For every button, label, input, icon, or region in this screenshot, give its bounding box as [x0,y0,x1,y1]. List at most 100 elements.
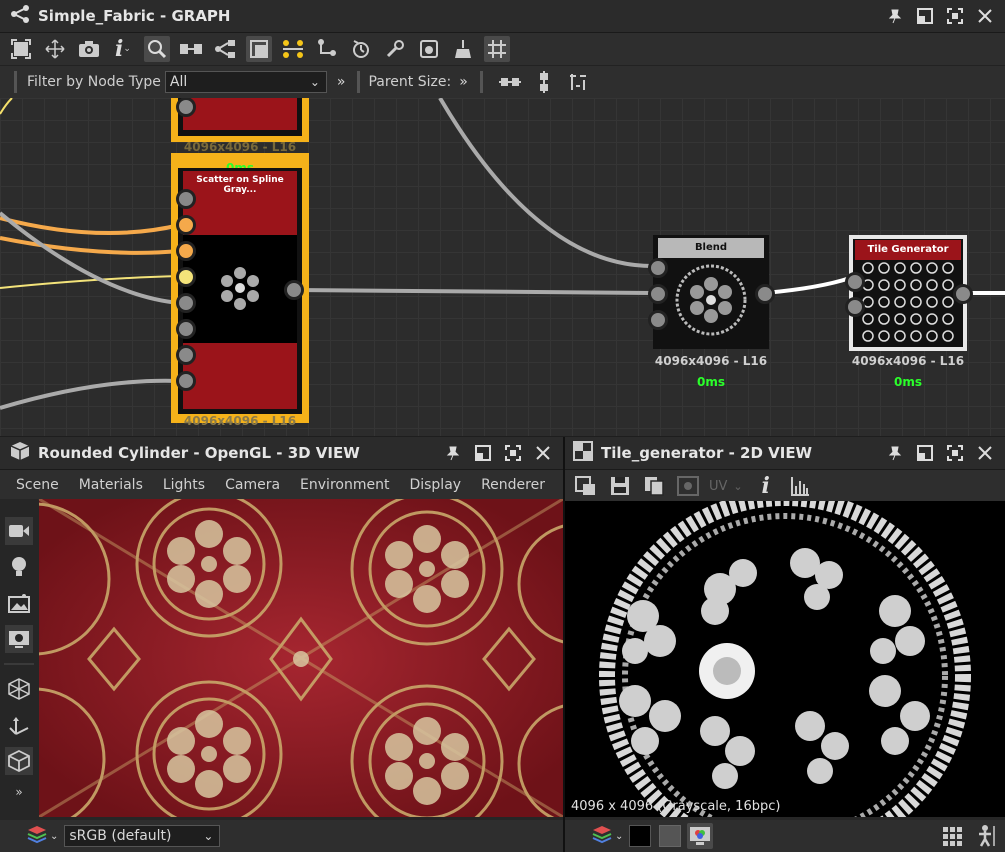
scatter-input-4[interactable] [176,267,196,287]
display-settings-icon[interactable] [5,625,33,653]
blend-input-2[interactable] [648,284,668,304]
blend-node[interactable]: Blend [653,235,769,349]
environment-icon[interactable] [5,589,33,617]
colorspace-dropdown[interactable]: sRGB (default) ⌄ [64,825,221,847]
view2d-title-bar: Tile_generator - 2D VIEW [565,437,1005,470]
filter-bar: Filter by Node Type All ⌄ » Parent Size:… [0,66,1005,99]
search-icon[interactable] [144,36,170,62]
camera-icon[interactable] [76,36,102,62]
blend-input-1[interactable] [648,258,668,278]
uv-label[interactable]: UV [709,479,727,494]
menu-camera[interactable]: Camera [225,477,280,493]
pin-icon[interactable] [887,8,903,24]
tile-input-1[interactable] [845,272,865,292]
graph-canvas[interactable]: 4096x4096 - L16 0ms Scatter on Spline Gr… [0,98,1005,436]
float-icon-2d[interactable] [917,445,933,461]
menu-renderer[interactable]: Renderer [481,477,545,493]
close-icon[interactable] [977,8,993,24]
wrench-icon[interactable] [382,36,408,62]
view3d-viewport[interactable] [39,499,563,817]
tile-output[interactable] [953,284,973,304]
scatter-input-8[interactable] [176,371,196,391]
axis-icon[interactable] [5,711,33,739]
scatter-input-7[interactable] [176,345,196,365]
scatter-input-3[interactable] [176,241,196,261]
scatter-input-5[interactable] [176,293,196,313]
copy-icon[interactable] [641,473,667,499]
view2d-title: Tile_generator - 2D VIEW [601,444,813,462]
info-icon[interactable]: i ⌄ [110,36,136,62]
lightbulb-icon[interactable] [5,553,33,581]
more-tools-icon[interactable]: » [15,785,22,799]
expand-more-icon-2[interactable]: » [459,74,468,90]
maximize-icon-3d[interactable] [505,445,521,461]
scatter-output[interactable] [284,280,304,300]
snap-grid-icon[interactable] [484,36,510,62]
filter-value: All [169,74,188,90]
preview-icon[interactable] [416,36,442,62]
distribute-icon[interactable] [565,69,591,95]
menu-environment[interactable]: Environment [300,477,389,493]
hierarchy-icon[interactable] [212,36,238,62]
gray-bg-swatch[interactable] [659,825,682,847]
filter-dropdown[interactable]: All ⌄ [164,71,327,93]
tile-input-2[interactable] [845,297,865,317]
top-node-port[interactable] [176,98,196,117]
layout-icon[interactable] [246,36,272,62]
panel-splitter[interactable] [563,437,565,852]
view3d-menu: Scene Materials Lights Camera Environmen… [0,470,563,500]
view3d-title-bar: Rounded Cylinder - OpenGL - 3D VIEW [0,437,563,470]
float-icon-3d[interactable] [475,445,491,461]
pin-icon-3d[interactable] [445,445,461,461]
close-icon-2d[interactable] [977,445,993,461]
export-icon[interactable] [573,473,599,499]
save-icon[interactable] [607,473,633,499]
align-vertical-icon[interactable] [531,69,557,95]
scatter-input-6[interactable] [176,319,196,339]
black-bg-swatch[interactable] [629,825,652,847]
checker-icon [573,441,593,465]
view2d-viewport[interactable]: 4096 x 4096 (Grayscale, 16bpc) [565,501,1005,817]
pan-icon[interactable] [42,36,68,62]
info-icon-2d[interactable]: i [753,473,779,499]
align-horizontal-icon[interactable] [497,69,523,95]
blend-output[interactable] [755,284,775,304]
clean-icon[interactable] [450,36,476,62]
expand-more-icon[interactable]: » [337,74,346,90]
blend-title: Blend [658,238,764,258]
align-icon[interactable] [280,36,306,62]
menu-lights[interactable]: Lights [163,477,205,493]
mesh-cube-icon[interactable] [5,747,33,775]
tile-title: Tile Generator [855,240,961,260]
color-display-icon[interactable] [687,823,714,849]
chevron-down-icon-layers-2d: ⌄ [615,830,624,842]
menu-scene[interactable]: Scene [16,477,59,493]
menu-display[interactable]: Display [409,477,461,493]
close-icon-3d[interactable] [535,445,551,461]
grid-view-icon[interactable] [939,823,965,849]
wireframe-icon[interactable] [5,675,33,703]
float-icon[interactable] [917,8,933,24]
pin-icon-2d[interactable] [887,445,903,461]
layers-icon[interactable] [26,824,48,848]
fabric-render [39,499,563,817]
scatter-input-1[interactable] [176,189,196,209]
refresh-icon[interactable] [348,36,374,62]
layers-icon-2d[interactable] [591,824,613,848]
link-nodes-icon[interactable] [178,36,204,62]
tile-generator-node[interactable]: Tile Generator [849,235,967,351]
view3d-title: Rounded Cylinder - OpenGL - 3D VIEW [38,444,360,462]
menu-materials[interactable]: Materials [79,477,143,493]
maximize-icon-2d[interactable] [947,445,963,461]
blend-input-3[interactable] [648,310,668,330]
graph-title-bar: Simple_Fabric - GRAPH [0,0,1005,33]
histogram-icon[interactable] [787,473,813,499]
connect-icon[interactable] [314,36,340,62]
graph-title: Simple_Fabric - GRAPH [38,7,231,25]
video-camera-icon[interactable] [5,517,33,545]
scatter-input-2[interactable] [176,215,196,235]
tiling-icon[interactable] [675,473,701,499]
frame-all-icon[interactable] [8,36,34,62]
person-scale-icon[interactable] [973,823,999,849]
maximize-icon[interactable] [947,8,963,24]
